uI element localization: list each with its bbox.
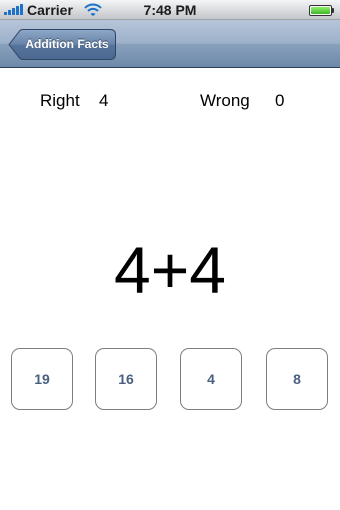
back-button[interactable]: Addition Facts	[8, 29, 116, 60]
back-button-label: Addition Facts	[25, 37, 109, 51]
battery-level-fill	[311, 7, 330, 14]
answer-button-2[interactable]: 16	[95, 348, 157, 410]
wrong-label: Wrong	[200, 91, 250, 110]
right-label: Right	[40, 91, 80, 110]
wrong-count: 0	[275, 91, 285, 110]
right-count: 4	[99, 91, 109, 110]
answer-button-3[interactable]: 4	[180, 348, 242, 410]
status-time: 7:48 PM	[143, 2, 197, 18]
status-bar: Carrier 7:48 PM	[0, 0, 340, 20]
problem-expression: 4+4	[114, 233, 226, 307]
answer-button-1[interactable]: 19	[11, 348, 73, 410]
battery-icon	[309, 5, 335, 16]
answer-button-4[interactable]: 8	[266, 348, 328, 410]
navigation-bar: Addition Facts	[0, 20, 340, 68]
